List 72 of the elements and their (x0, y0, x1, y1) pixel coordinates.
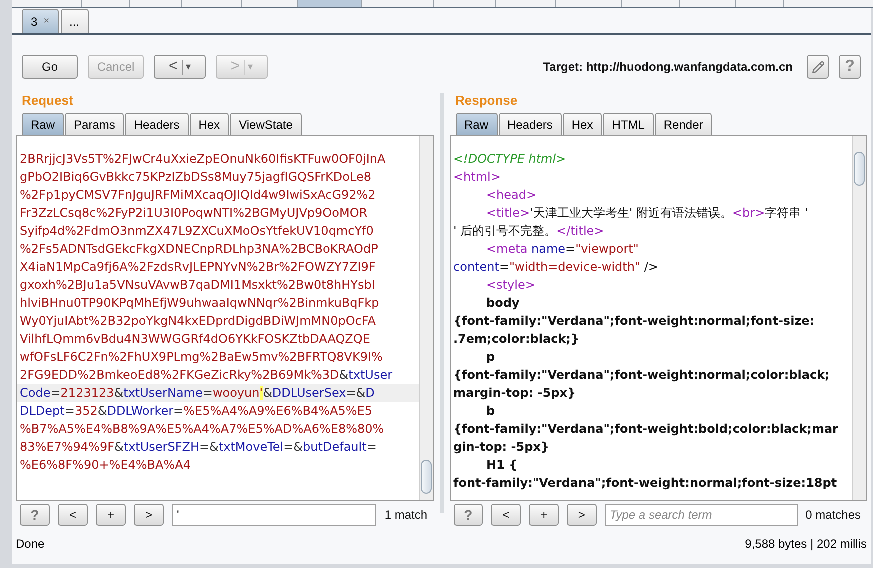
code-line: %E6%8F%90+%E4%BA%A4 (19, 457, 192, 474)
code-line: {font-family:"Verdana";font-weight:normal;font-size: (452, 313, 816, 330)
code-line: <style> (486, 277, 536, 294)
status-text: Done (16, 536, 45, 553)
previous-button[interactable]: < (491, 504, 522, 526)
code-line: gin-top: -5px} (452, 439, 550, 456)
help-button[interactable]: ? (454, 504, 484, 526)
code-line: <head> (486, 187, 538, 204)
edit-button[interactable] (807, 55, 829, 79)
match-count: 1 match (384, 507, 428, 524)
search-field[interactable]: Type a search term (604, 504, 798, 526)
code-line: X4iaN1MpCa9fj6A%2FzdsRvJLEPNYvN%2Br%2FOWZY7ZI9F (19, 259, 377, 276)
view-tab[interactable]: Raw (456, 113, 498, 135)
view-tab[interactable]: Raw (22, 113, 64, 135)
code-line: b (486, 403, 496, 420)
code-line: p (486, 349, 496, 366)
view-tab[interactable]: Headers (498, 113, 562, 135)
response-size: 9,588 bytes | 202 millis (745, 536, 867, 553)
code-line: wfOFsLF6C2Fn%2FhUX9PLmg%2BaEw5mv%2BFRTQ8VK9I% (19, 349, 384, 366)
view-tab[interactable]: Hex (190, 113, 230, 135)
panel-title: Request (21, 92, 74, 110)
next-button[interactable]: > (566, 504, 597, 526)
view-tab[interactable]: ViewState (230, 113, 302, 135)
code-line: <title>'天津工业大学考生' 附近有语法错误。<br>字符串 ' (486, 205, 810, 222)
code-line: gPbO2IBiq6GvBkkc75KPzIZbDSs8Muy75jagfIGQSFrKDoLe8 (19, 169, 372, 186)
code-line: {font-family:"Verdana";font-weight:normal;color:black; (452, 367, 831, 384)
go-button[interactable]: Go (22, 55, 78, 79)
code-line: <!DOCTYPE html> (452, 151, 568, 168)
code-line: .7em;color:black;} (452, 331, 581, 348)
view-tab[interactable]: Hex (562, 113, 602, 135)
repeater-tab[interactable]: 3 × (22, 9, 59, 33)
tool-tab[interactable] (298, 0, 362, 7)
code-line: content="width=device-width" /> (452, 259, 660, 276)
code-line: {font-family:"Verdana";font-weight:bold;color:black;mar (452, 421, 840, 438)
repeater-tab[interactable]: ... (60, 9, 89, 33)
view-tab[interactable]: Render (654, 113, 712, 135)
code-line: VilhfLQmm6vBdu4N3WWGGRf4dO6YKkFOSKZtbDAAQZQE (19, 331, 372, 348)
view-tab[interactable]: HTML (603, 113, 654, 135)
code-line: font-family:"Verdana";font-weight:normal;font-size:18pt (452, 475, 838, 492)
code-line: <meta name="viewport" (486, 241, 640, 258)
previous-button[interactable]: < (58, 504, 88, 526)
code-line: Fr3ZzLCsq8c%2FyP2i1U3I0PoqwNTI%2BGMyUJVp9OoMOR (19, 205, 369, 222)
view-tab[interactable]: Headers (125, 113, 189, 135)
code-line: 83%E7%94%9F&txtUserSFZH=&txtMoveTel=&butDefault= (19, 439, 378, 456)
add-button[interactable]: + (96, 504, 126, 526)
panel-title: Response (454, 92, 519, 110)
code-line: ' 后的引号不完整。</title> (452, 223, 606, 240)
scrollbar[interactable] (418, 136, 432, 500)
code-line: DLDept=352&DDLWorker=%E5%A4%A9%E6%B4%A5%E5 (19, 403, 374, 420)
code-line: 2FG9EDD%2BmkeoEd8%2FKGeZicRky%2B69Mk%3D&txtUser (19, 367, 394, 384)
code-line: %2Fs5ADNTsdGEkcFkgXDNECnpRDLhp3NA%2BCBoKRAOdP (19, 241, 380, 258)
add-button[interactable]: + (529, 504, 559, 526)
pencil-icon (812, 60, 824, 74)
code-line: %2Fp1pyCMSV7FnJguJRFMiMXcaqOJIQId4w9IwiSxAcG92%2 (19, 187, 377, 204)
next-button[interactable]: > (134, 504, 164, 526)
match-count: 0 matches (806, 507, 862, 524)
code-line: Syifp4d%2FdmO3nmZX47L9ZXCuXMoOsYtfekUV10qmcYf0 (19, 223, 375, 240)
code-line: H1 { (486, 457, 519, 474)
search-field[interactable]: ' (172, 504, 376, 526)
view-tab[interactable]: Params (65, 113, 124, 135)
code-line: margin-top: -5px} (452, 385, 577, 402)
back-button[interactable]: < ▾ (154, 55, 206, 79)
code-line: <html> (452, 169, 502, 186)
target-label: Target: http://huodong.wanfangdata.com.cn (543, 59, 793, 76)
code-line: body (486, 295, 521, 312)
scrollbar[interactable] (852, 136, 866, 500)
code-line: %B7%A5%E4%B8%9A%E5%A4%A7%E5%AD%A6%E8%80% (19, 421, 386, 438)
code-line: 2BRrjjcJ3Vs5T%2FJwCr4uXxieZpEOnuNk60IfisKTFuw0OF0jInA (19, 151, 387, 168)
code-line: gxoxh%2BJu1a5VNsuVAvwB7qaDMI1Msxkt%2Bw0t8hHYsbI (19, 277, 376, 294)
help-button[interactable]: ? (20, 504, 50, 526)
code-line: hlviBHnu0TP90KPqMhEfjW9uhwaaIqwNNqr%2BinmkuBqFkp (19, 295, 380, 312)
code-line: Wy0YjuIAbt%2B32poYkgN4kxEDprdDigdBDiWJmMN0pOcFA (19, 313, 377, 330)
